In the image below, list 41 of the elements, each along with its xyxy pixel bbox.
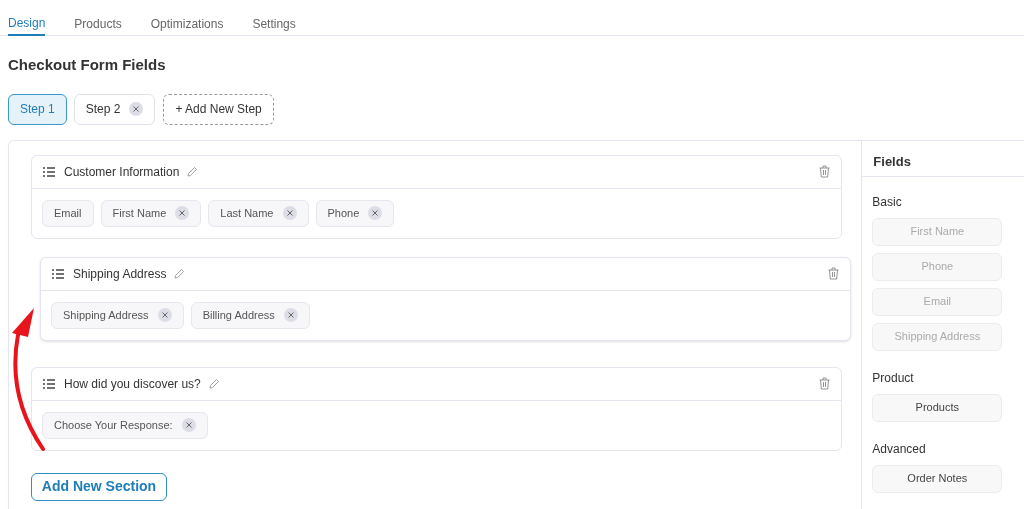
remove-icon[interactable]	[129, 102, 144, 116]
field-chip[interactable]: Choose Your Response:	[42, 411, 208, 439]
group-title: Advanced	[872, 440, 927, 458]
drag-handle-icon[interactable]	[52, 268, 64, 279]
field-chip[interactable]: First Name	[100, 199, 202, 227]
pencil-icon[interactable]	[187, 166, 199, 177]
tab[interactable]: Products	[74, 12, 122, 36]
group-title: Product	[872, 369, 915, 387]
field-chip[interactable]: Email	[42, 199, 94, 227]
section-title: Customer Information	[64, 163, 180, 181]
add-section-button[interactable]: Add New Section	[31, 472, 167, 501]
field-chip[interactable]: Phone	[315, 199, 395, 227]
remove-icon[interactable]	[368, 206, 383, 220]
tab[interactable]: Settings	[252, 12, 296, 36]
trash-icon[interactable]	[828, 267, 839, 280]
field-chip[interactable]: Shipping Address	[51, 301, 184, 329]
field-button[interactable]: Order Notes	[872, 464, 1003, 493]
tab[interactable]: Optimizations	[150, 12, 224, 36]
trash-icon[interactable]	[819, 377, 830, 390]
section-title: How did you discover us?	[64, 375, 201, 393]
remove-icon[interactable]	[181, 418, 196, 432]
panel-title: Fields	[862, 140, 1024, 177]
trash-icon[interactable]	[819, 165, 830, 178]
drag-handle-icon[interactable]	[43, 166, 55, 177]
field-button[interactable]: Products	[872, 393, 1003, 422]
field-chip[interactable]: Last Name	[208, 199, 309, 227]
pencil-icon[interactable]	[174, 268, 186, 279]
step-tab[interactable]: Step 1	[8, 93, 67, 125]
drag-handle-icon[interactable]	[43, 378, 55, 389]
page-title: Checkout Form Fields	[8, 55, 167, 75]
section-title: Shipping Address	[73, 265, 167, 283]
group-title: Basic	[872, 193, 903, 211]
remove-icon[interactable]	[282, 206, 297, 220]
field-chip[interactable]: Billing Address	[190, 301, 310, 329]
step-tab[interactable]: Step 2	[73, 93, 156, 125]
remove-icon[interactable]	[283, 308, 298, 322]
pencil-icon[interactable]	[208, 378, 220, 389]
tab[interactable]: Design	[8, 12, 46, 36]
add-step-button[interactable]: + Add New Step	[163, 93, 274, 125]
remove-icon[interactable]	[157, 308, 172, 322]
remove-icon[interactable]	[175, 206, 190, 220]
